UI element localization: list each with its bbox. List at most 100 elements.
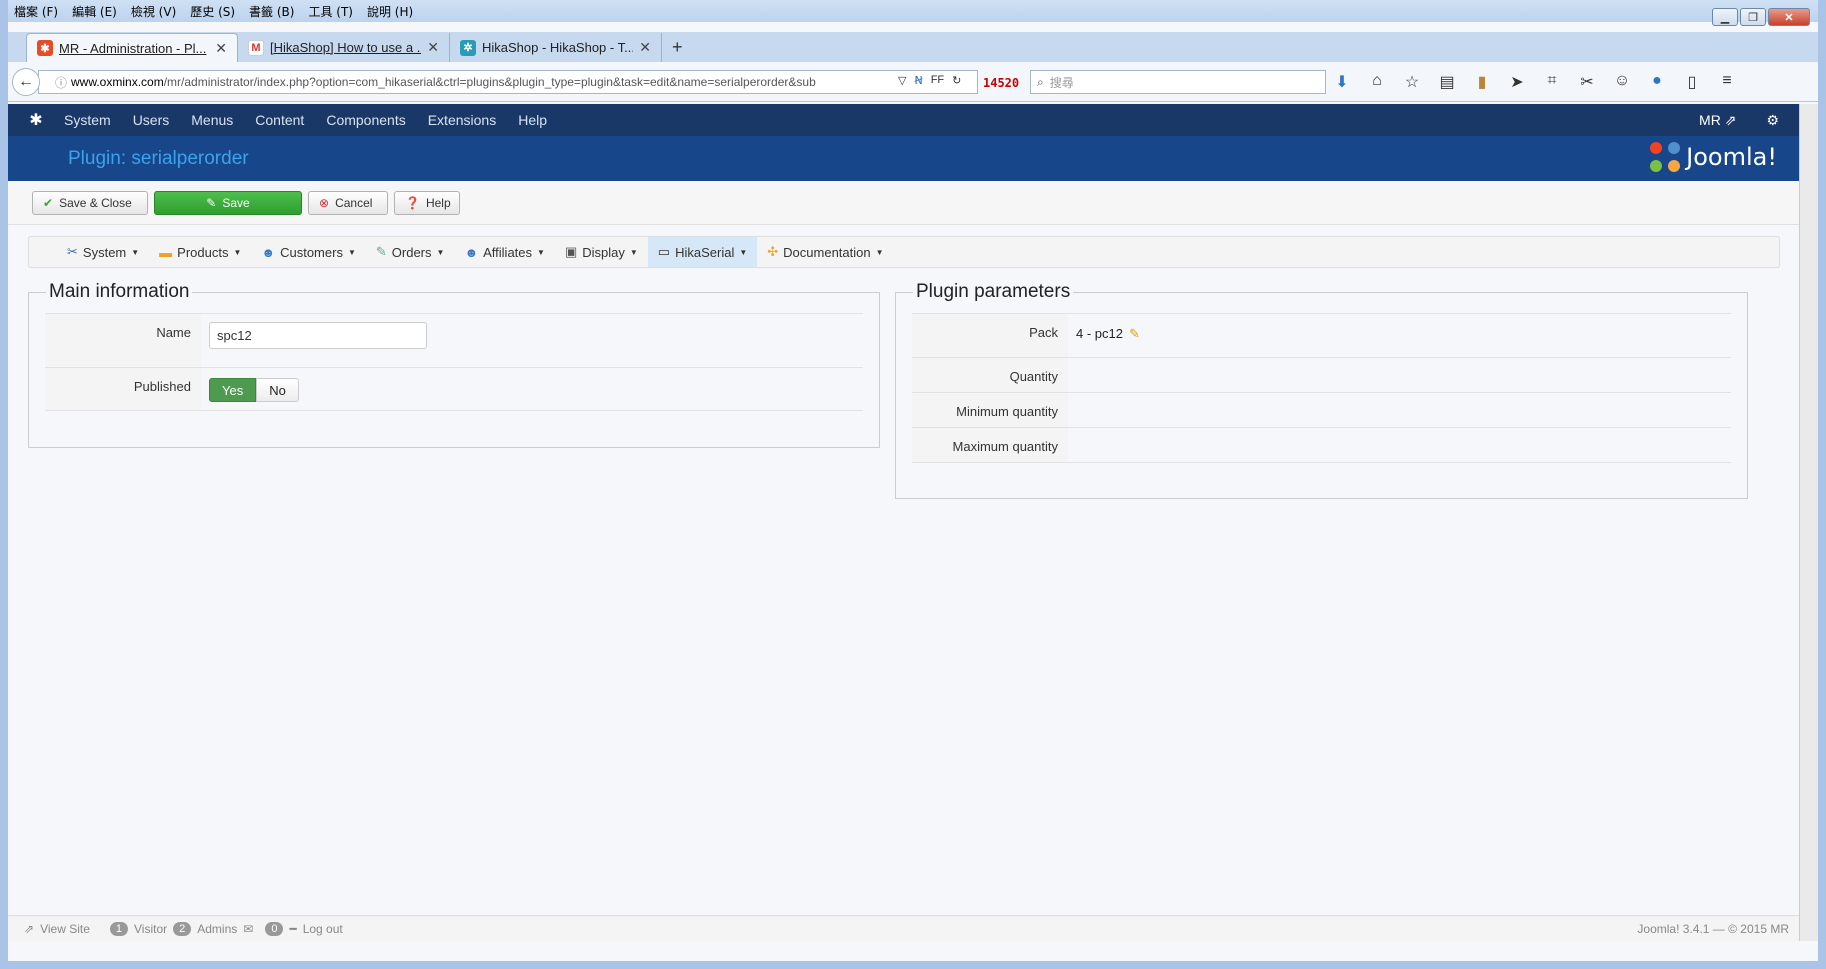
joomla-small-logo-icon[interactable]: ✱ <box>8 110 64 130</box>
send-icon[interactable]: ➤ <box>1508 72 1526 92</box>
tools-icon: ✂ <box>67 244 78 259</box>
menu-file[interactable]: 檔案 (F) <box>14 3 58 20</box>
ff-label[interactable]: FF <box>931 74 944 87</box>
window-controls: ▁ ❐ ✕ <box>1712 8 1810 26</box>
clipboard-icon[interactable]: ▯ <box>1683 72 1701 92</box>
hmenu-hikaserial[interactable]: ▭ HikaSerial ▼ <box>647 237 758 267</box>
chat-icon[interactable]: ☺ <box>1613 72 1631 92</box>
visitor-count-badge: 1 <box>109 921 128 936</box>
bookmark-star-icon[interactable]: ☆ <box>1403 72 1421 92</box>
jmenu-content[interactable]: Content <box>255 112 304 128</box>
logout-link[interactable]: Log out <box>303 922 343 936</box>
tab-hikashop-forum[interactable]: M [HikaShop] How to use a ... ✕ <box>238 33 450 62</box>
admins-count-badge: 2 <box>173 921 192 936</box>
caret-down-icon: ▼ <box>436 247 445 257</box>
pocket-icon[interactable]: ▮ <box>1473 72 1491 92</box>
hmenu-products[interactable]: ▬ Products ▼ <box>149 237 251 267</box>
plugin-parameters-fieldset: Plugin parameters Pack 4 - pc12 ✎ Quanti… <box>895 281 1748 499</box>
minimum-quantity-row: Minimum quantity <box>912 392 1731 427</box>
affiliates-icon: ☻ <box>464 244 479 260</box>
tab-joomla-admin[interactable]: ✱ MR - Administration - Pl... ✕ <box>26 33 238 62</box>
menu-bookmarks[interactable]: 書籤 (B) <box>249 3 294 20</box>
visitor-label[interactable]: Visitor <box>134 922 167 936</box>
maximize-button[interactable]: ❐ <box>1740 8 1766 26</box>
dropdown-arrow-icon[interactable]: ▽ <box>898 74 906 87</box>
jmenu-menus[interactable]: Menus <box>191 112 233 128</box>
caret-down-icon: ▼ <box>739 247 748 257</box>
main-information-fieldset: Main information Name spc12 Published Ye… <box>28 281 880 448</box>
hmenu-orders[interactable]: ✎ Orders ▼ <box>366 237 455 267</box>
name-input[interactable]: spc12 <box>209 322 427 349</box>
save-label: Save <box>222 196 250 210</box>
menu-tools[interactable]: 工具 (T) <box>308 3 353 20</box>
help-button[interactable]: ❓ Help <box>394 191 460 215</box>
close-tab-icon[interactable]: ✕ <box>639 39 651 56</box>
reading-list-icon[interactable]: ▤ <box>1438 72 1456 92</box>
close-tab-icon[interactable]: ✕ <box>427 39 439 56</box>
download-icon[interactable]: ⬇ <box>1333 72 1351 92</box>
minus-icon: ━ <box>289 921 297 936</box>
caret-down-icon: ▼ <box>537 247 545 257</box>
hikashop-menu: ✂ System ▼ ▬ Products ▼ ☻ Customers ▼ ✎ Orders ▼… <box>28 236 1780 268</box>
close-tab-icon[interactable]: ✕ <box>215 40 227 57</box>
name-value-cell: spc12 <box>201 314 863 367</box>
hmenu-display[interactable]: ▣ Display ▼ <box>555 237 648 267</box>
notification-icon[interactable]: ● <box>1648 72 1666 92</box>
pack-label: Pack <box>912 314 1068 357</box>
hmenu-label: Display <box>582 244 625 260</box>
published-toggle: Yes No <box>209 378 855 402</box>
hmenu-customers[interactable]: ☻ Customers ▼ <box>251 237 365 267</box>
jmenu-system[interactable]: System <box>64 112 111 128</box>
menu-view[interactable]: 檢視 (V) <box>131 3 176 20</box>
cancel-button[interactable]: ⊗ Cancel <box>308 191 388 215</box>
quantity-row: Quantity <box>912 357 1731 392</box>
new-tab-button[interactable]: + <box>662 33 693 62</box>
published-yes-button[interactable]: Yes <box>209 378 257 402</box>
flag-icon[interactable]: Ꞥ <box>914 74 922 87</box>
hmenu-label: System <box>82 244 127 260</box>
caret-down-icon: ▼ <box>233 247 242 257</box>
hmenu-system[interactable]: ✂ System ▼ <box>57 237 149 267</box>
search-input[interactable]: ⌕ 搜尋 <box>1030 70 1326 94</box>
user-menu[interactable]: MR ⇗ <box>1699 112 1736 129</box>
jmenu-help[interactable]: Help <box>518 112 547 128</box>
menu-help[interactable]: 說明 (H) <box>367 3 413 20</box>
tab-title: HikaShop - HikaShop - T... <box>482 40 634 55</box>
home-icon[interactable]: ⌂ <box>1368 72 1386 92</box>
view-site-link[interactable]: View Site <box>40 922 90 936</box>
published-label: Published <box>45 368 201 410</box>
edit-pencil-icon[interactable]: ✎ <box>1129 326 1140 345</box>
menu-history[interactable]: 歷史 (S) <box>190 3 235 20</box>
joomla-logo: Joomla! <box>1650 142 1777 172</box>
published-no-button[interactable]: No <box>256 378 299 402</box>
reload-icon[interactable]: ↻ <box>952 74 961 87</box>
admins-label[interactable]: Admins <box>197 922 237 936</box>
plugin-parameters-legend: Plugin parameters <box>916 281 1071 302</box>
jmenu-users[interactable]: Users <box>133 112 170 128</box>
close-window-button[interactable]: ✕ <box>1768 8 1810 26</box>
documentation-icon: ✣ <box>767 244 779 259</box>
crop-icon[interactable]: ⌗ <box>1543 72 1561 92</box>
hamburger-menu-icon[interactable]: ≡ <box>1718 72 1736 92</box>
tab-strip: ✱ MR - Administration - Pl... ✕ M [HikaS… <box>8 32 1818 62</box>
joomla-favicon-icon: ✱ <box>37 40 53 56</box>
products-icon: ▬ <box>159 244 173 260</box>
tab-hikashop[interactable]: ✲ HikaShop - HikaShop - T... ✕ <box>450 33 662 62</box>
counter-badge[interactable]: 14520 <box>983 76 1019 90</box>
menu-edit[interactable]: 編輯 (E) <box>72 3 117 20</box>
save-button[interactable]: ✎ Save <box>154 191 302 215</box>
extension-icon[interactable]: ✂ <box>1578 72 1596 92</box>
hmenu-documentation[interactable]: ✣ Documentation ▼ <box>757 237 893 267</box>
save-close-button[interactable]: ✔ Save & Close <box>32 191 148 215</box>
url-bar[interactable]: ⓘ www.oxminx.com /mr/administrator/index… <box>38 70 978 94</box>
vertical-scrollbar[interactable] <box>1799 104 1818 941</box>
minimize-button[interactable]: ▁ <box>1712 8 1738 26</box>
jmenu-extensions[interactable]: Extensions <box>428 112 496 128</box>
back-button[interactable]: ← <box>12 68 40 96</box>
settings-gear-icon[interactable]: ⚙ <box>1766 112 1779 129</box>
jmenu-components[interactable]: Components <box>326 112 405 128</box>
edit-icon: ✎ <box>206 196 217 210</box>
url-host: www.oxminx.com <box>71 75 164 89</box>
hmenu-affiliates[interactable]: ☻ Affiliates ▼ <box>454 237 555 267</box>
mail-icon[interactable]: ✉ <box>243 922 253 936</box>
